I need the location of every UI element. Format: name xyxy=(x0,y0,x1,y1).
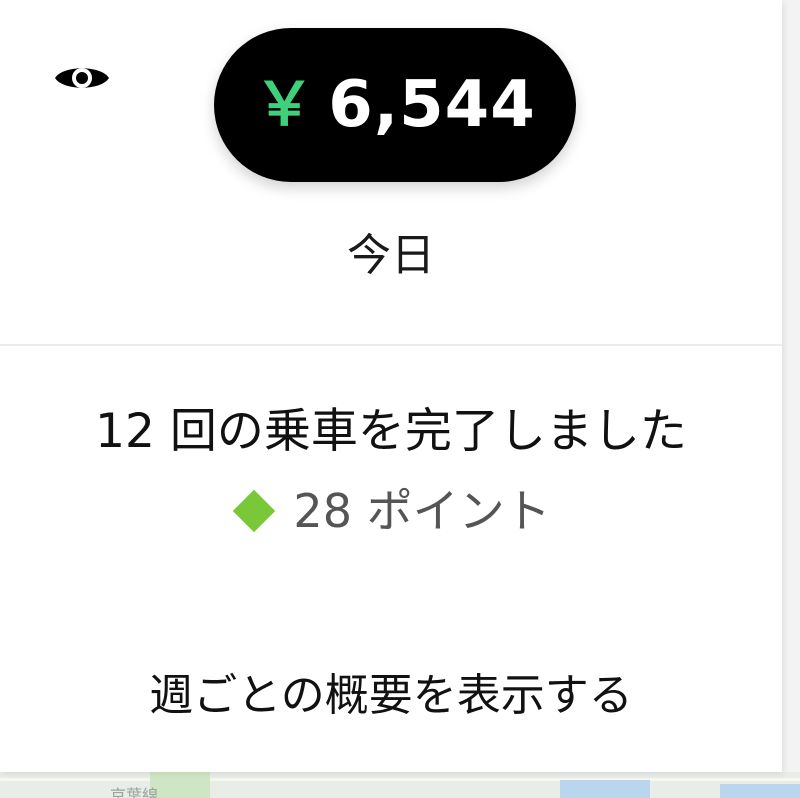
points-text: 28 ポイント xyxy=(293,484,551,538)
earnings-pill[interactable]: ￥ 6,544 xyxy=(214,28,576,182)
trips-completed-text: 12 回の乗車を完了しました xyxy=(95,404,687,459)
currency-symbol: ￥ xyxy=(254,70,315,140)
period-label: 今日 xyxy=(347,230,435,281)
map-edge xyxy=(782,0,800,772)
visibility-toggle-button[interactable] xyxy=(50,52,114,104)
earnings-card: ￥ 6,544 今日 12 回の乗車を完了しました 28 ポイント 週ごとの概要… xyxy=(0,0,782,772)
diamond-icon xyxy=(233,490,276,533)
earnings-amount: 6,544 xyxy=(328,68,536,142)
eye-icon xyxy=(55,68,109,88)
map-background[interactable]: 京葉線 xyxy=(0,770,800,798)
divider xyxy=(0,344,782,346)
points-row: 28 ポイント xyxy=(0,486,782,537)
earnings-screen: 京葉線 ￥ 6,544 今日 12 回の乗車を完了しました 28 ポイント 週ご… xyxy=(0,0,800,798)
weekly-summary-link[interactable]: 週ごとの概要を表示する xyxy=(0,671,782,720)
map-water xyxy=(560,780,650,798)
map-label: 京葉線 xyxy=(110,786,159,798)
map-park xyxy=(150,770,210,798)
map-water xyxy=(720,784,800,798)
map-road xyxy=(0,778,800,781)
